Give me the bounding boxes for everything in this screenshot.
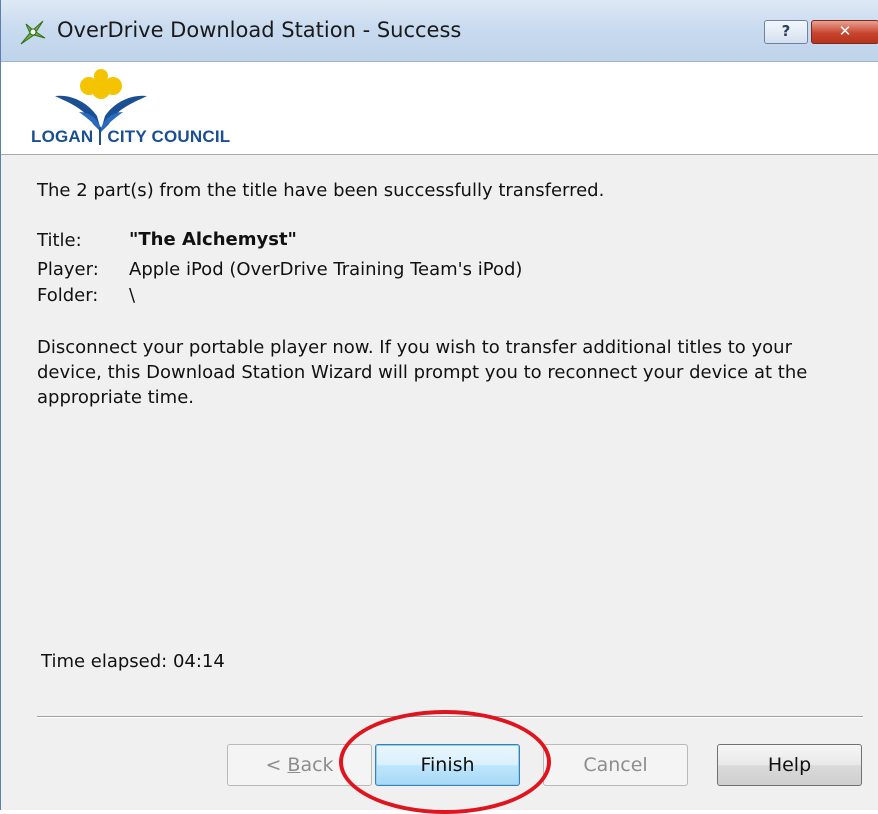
back-accelerator: B [287, 754, 301, 776]
logo-wordmark: LOGAN CITY COUNCIL [31, 127, 230, 147]
instructions-text: Disconnect your portable player now. If … [37, 337, 808, 408]
button-divider [37, 716, 863, 718]
title-bar[interactable]: OverDrive Download Station - Success ? ✕ [1, 0, 878, 62]
title-value: "The Alchemyst" [129, 229, 297, 250]
title-label: Title: [37, 230, 82, 251]
folder-value: \ [129, 285, 136, 306]
folder-label: Folder: [37, 285, 99, 306]
logo-separator [99, 127, 102, 145]
back-button[interactable]: < Back [227, 744, 372, 786]
logan-city-council-logo-icon [55, 69, 147, 132]
logo-left-text: LOGAN [31, 127, 94, 146]
window-title: OverDrive Download Station - Success [57, 18, 462, 42]
status-message: The 2 part(s) from the title have been s… [37, 180, 605, 201]
help-button[interactable]: Help [717, 744, 862, 786]
back-rest: ack [300, 754, 334, 776]
finish-button[interactable]: Finish [375, 744, 520, 786]
wizard-window: OverDrive Download Station - Success ? ✕… [0, 0, 878, 814]
logo-right-text: CITY COUNCIL [107, 127, 231, 146]
overdrive-app-icon [20, 20, 46, 45]
titlebar-help-button[interactable]: ? [764, 20, 808, 44]
player-label: Player: [37, 259, 99, 280]
titlebar-close-button[interactable]: ✕ [811, 20, 878, 44]
player-value: Apple iPod (OverDrive Training Team's iP… [129, 259, 523, 280]
back-prefix: < [265, 754, 288, 776]
time-elapsed: Time elapsed: 04:14 [41, 651, 225, 672]
cancel-button[interactable]: Cancel [543, 744, 688, 786]
